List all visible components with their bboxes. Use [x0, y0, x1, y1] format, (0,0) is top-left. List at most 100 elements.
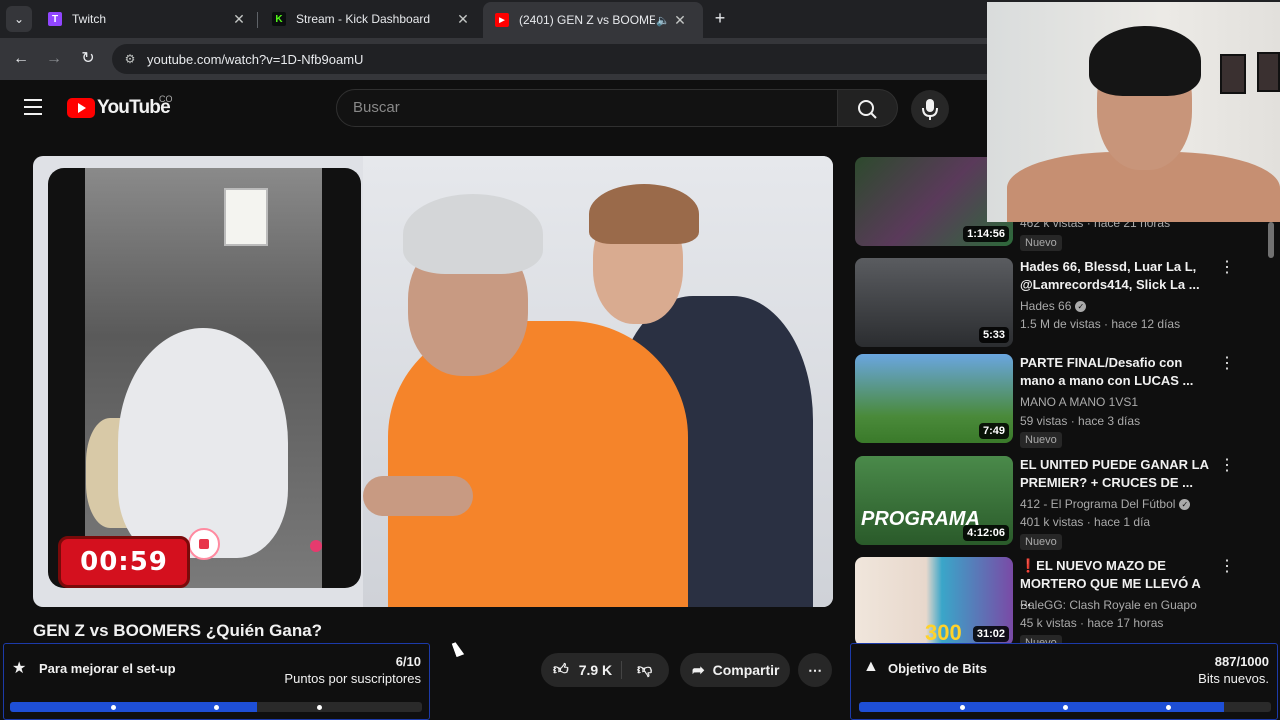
voice-search-button[interactable]	[911, 90, 949, 128]
youtube-logo[interactable]: YouTube CO	[67, 94, 173, 119]
thumbs-up-icon[interactable]: 👍︎	[553, 661, 569, 679]
duration-badge: 7:49	[978, 423, 1009, 439]
tune-icon[interactable]: ⚙	[122, 51, 138, 67]
share-button[interactable]: ➦ Compartir	[680, 653, 790, 687]
duration-badge: 4:12:06	[963, 525, 1009, 541]
like-dislike-group: 👍︎ 7.9 K 👎︎	[541, 653, 669, 687]
url-text[interactable]: youtube.com/watch?v=1D-Nfb9oamU	[147, 52, 363, 67]
video-title[interactable]: EL UNITED PUEDE GANAR LA PREMIER? + CRUC…	[1020, 456, 1210, 492]
video-thumbnail[interactable]: PROGRAMA 4:12:06	[855, 456, 1013, 545]
new-badge: Nuevo	[1020, 534, 1062, 550]
forward-arrow-icon[interactable]: →	[43, 48, 65, 70]
back-arrow-icon[interactable]: ←	[10, 48, 32, 70]
tab-twitch[interactable]: T Twitch ✕	[36, 4, 254, 34]
close-icon[interactable]: ✕	[230, 11, 248, 28]
picture-in-picture-phone-view	[48, 168, 361, 588]
tab-youtube-active[interactable]: ▶ (2401) GEN Z vs BOOMERS 🔈 ✕	[483, 2, 703, 38]
new-tab-button[interactable]: +	[710, 8, 730, 28]
recommendation-item[interactable]: 7:49 PARTE FINAL/Desafio con mano a mano…	[855, 354, 1275, 448]
recommendation-item[interactable]: 5:33 Hades 66, Blessd, Luar La L, @Lamre…	[855, 258, 1275, 348]
search-button[interactable]	[838, 89, 898, 127]
search-input[interactable]	[353, 99, 813, 116]
tab-separator	[257, 12, 258, 28]
country-code: CO	[159, 94, 173, 104]
hamburger-icon[interactable]	[24, 99, 42, 115]
video-title[interactable]: Hades 66, Blessd, Luar La L, @Lamrecords…	[1020, 258, 1210, 294]
more-vert-icon[interactable]: ⋮	[1219, 356, 1235, 372]
video-player[interactable]: 00:59	[33, 156, 833, 607]
video-person	[363, 476, 473, 516]
video-thumbnail[interactable]: 7:49	[855, 354, 1013, 443]
video-thumbnail[interactable]: 5:33	[855, 258, 1013, 347]
tab-kick-dashboard[interactable]: K Stream - Kick Dashboard ✕	[260, 4, 478, 34]
duration-badge: 5:33	[978, 327, 1009, 343]
more-vert-icon[interactable]: ⋮	[1219, 458, 1235, 474]
channel-name[interactable]: MANO A MANO 1VS1	[1020, 395, 1138, 409]
recommendation-item[interactable]: PROGRAMA 4:12:06 EL UNITED PUEDE GANAR L…	[855, 456, 1275, 550]
progress-marker	[317, 705, 322, 710]
goal-subtitle: Bits nuevos.	[1198, 671, 1269, 686]
duration-badge: 31:02	[972, 626, 1009, 642]
goal-value: 887/1000	[1214, 654, 1269, 669]
close-icon[interactable]: ✕	[454, 11, 472, 28]
channel-name[interactable]: 412 - El Programa Del Fútbol ✓	[1020, 497, 1191, 511]
new-badge: Nuevo	[1020, 432, 1062, 448]
webcam-overlay	[987, 2, 1280, 222]
divider	[621, 661, 622, 679]
goal-title: Para mejorar el set-up	[39, 661, 176, 676]
video-title: GEN Z vs BOOMERS ¿Quién Gana?	[33, 621, 323, 640]
mouse-cursor	[451, 641, 465, 657]
bits-icon: ▲	[863, 658, 879, 675]
subscriber-goal-widget: ★ Para mejorar el set-up 6/10 Puntos por…	[3, 643, 430, 720]
video-meta: 45 k vistas · hace 17 horas	[1020, 616, 1164, 630]
phone-foreground-object	[118, 328, 288, 558]
video-thumbnail[interactable]: 300 31:02	[855, 557, 1013, 646]
video-title[interactable]: PARTE FINAL/Desafio con mano a mano con …	[1020, 354, 1210, 390]
goal-subtitle: Puntos por suscriptores	[284, 671, 421, 686]
tab-title: Twitch	[72, 12, 107, 26]
video-meta: 59 vistas · hace 3 días	[1020, 414, 1141, 428]
share-label: Compartir	[712, 662, 780, 678]
close-icon[interactable]: ✕	[671, 12, 689, 29]
youtube-favicon-icon: ▶	[495, 13, 509, 27]
video-meta: 1.5 M de vistas · hace 12 días	[1020, 317, 1181, 331]
record-icon	[188, 528, 220, 560]
share-icon: ➦	[692, 662, 705, 679]
channel-name[interactable]: BaleGG: Clash Royale en Guapo	[1020, 598, 1197, 612]
progress-marker	[214, 705, 219, 710]
like-count[interactable]: 7.9 K	[579, 662, 612, 678]
video-person	[403, 194, 543, 274]
thumbs-down-icon[interactable]: 👎︎	[637, 661, 652, 679]
address-bar[interactable]: ⚙ youtube.com/watch?v=1D-Nfb9oamU	[112, 44, 1012, 74]
verified-icon: ✓	[1075, 301, 1087, 313]
progress-marker	[111, 705, 116, 710]
wall-picture-frame	[1257, 52, 1280, 92]
tab-search-button[interactable]: ⌄	[6, 6, 32, 32]
youtube-play-icon	[67, 98, 95, 118]
recommendation-item[interactable]: 300 31:02 ❗EL NUEVO MAZO DE MORTERO QUE …	[855, 557, 1275, 651]
search-icon	[858, 100, 877, 119]
goal-title: Objetivo de Bits	[888, 661, 987, 676]
speaker-icon[interactable]: 🔈	[655, 14, 671, 27]
studio-light	[224, 188, 268, 246]
progress-marker	[1166, 705, 1171, 710]
mic-icon	[922, 99, 938, 120]
channel-name[interactable]: Hades 66 ✓	[1020, 299, 1087, 313]
progress-marker	[960, 705, 965, 710]
new-badge: Nuevo	[1020, 235, 1062, 251]
bits-goal-widget: ▲ Objetivo de Bits 887/1000 Bits nuevos.	[850, 643, 1278, 720]
twitch-favicon-icon: T	[48, 12, 62, 26]
more-vert-icon[interactable]: ⋮	[1219, 559, 1235, 575]
progress-marker	[1063, 705, 1068, 710]
more-vert-icon[interactable]: ⋮	[1219, 260, 1235, 276]
status-dot	[310, 540, 322, 552]
more-actions-button[interactable]: ⋯	[798, 653, 832, 687]
countdown-timer: 00:59	[58, 536, 190, 588]
reload-icon[interactable]: ↻	[77, 48, 99, 70]
kick-favicon-icon: K	[272, 12, 286, 26]
chevron-down-icon: ⌄	[13, 12, 25, 26]
scrollbar-thumb[interactable]	[1268, 222, 1274, 258]
goal-progress-bar	[859, 702, 1271, 712]
duration-badge: 1:14:56	[963, 226, 1009, 242]
search-box[interactable]	[336, 89, 838, 127]
